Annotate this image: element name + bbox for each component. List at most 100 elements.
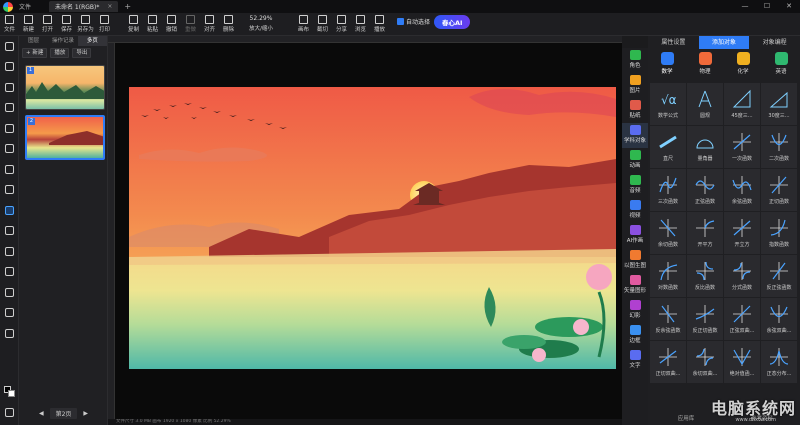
object-item[interactable]: 圆规 (687, 83, 723, 125)
close-window-button[interactable]: ✕ (778, 0, 800, 13)
stamp-tool[interactable] (0, 180, 19, 201)
object-item[interactable]: 反比函数 (687, 255, 723, 297)
object-item[interactable]: 一次函数 (724, 126, 760, 168)
object-item[interactable]: 反正切函数 (687, 298, 723, 340)
wand-tool[interactable] (0, 77, 19, 98)
subject-math[interactable]: 数学 (648, 52, 686, 79)
share-button[interactable]: 分享 (332, 13, 351, 36)
next-page-icon[interactable]: ▶ (83, 410, 88, 417)
copy-button[interactable]: 复制 (124, 13, 143, 36)
maximize-button[interactable]: ☐ (756, 0, 778, 13)
prev-page-icon[interactable]: ◀ (39, 410, 44, 417)
file-menu[interactable]: 文件 (19, 2, 31, 11)
object-item[interactable]: 30度三... (761, 83, 797, 125)
category-subject-object[interactable]: 学科对象 (622, 123, 648, 148)
ai-button[interactable]: 春心AI (434, 15, 471, 29)
category-image-to-image[interactable]: 以图生图 (622, 248, 648, 273)
category-sticker[interactable]: 贴纸 (622, 98, 648, 123)
file-button[interactable]: 文件 (0, 13, 19, 36)
redo-button[interactable]: 重做 (181, 13, 200, 36)
category-phantom[interactable]: 幻影 (622, 298, 648, 323)
paste-button[interactable]: 粘贴 (143, 13, 162, 36)
marquee-tool[interactable] (0, 57, 19, 78)
object-item[interactable]: 三次函数 (650, 169, 686, 211)
new-button[interactable]: 新建 (19, 13, 38, 36)
auto-select-toggle[interactable]: 自动选择 (397, 17, 430, 26)
subject-chemistry[interactable]: 化学 (724, 52, 762, 79)
tab-properties[interactable]: 属性设置 (648, 36, 699, 49)
crop-button[interactable]: 截切 (313, 13, 332, 36)
object-item[interactable]: 余弦函数 (724, 169, 760, 211)
play-button[interactable]: 播放 (370, 13, 389, 36)
undo-button[interactable]: 撤销 (162, 13, 181, 36)
lasso-tool[interactable] (0, 98, 19, 119)
object-item[interactable]: 正弦函数 (687, 169, 723, 211)
hand-tool[interactable] (0, 262, 19, 283)
category-animation[interactable]: 动画 (622, 148, 648, 173)
zoom-control[interactable]: 52.29% 放大/缩小 (238, 13, 284, 32)
export-button[interactable]: 导出 (72, 48, 92, 58)
category-video[interactable]: 视频 (622, 198, 648, 223)
object-item[interactable]: 正弦双曲... (724, 298, 760, 340)
eyedropper-tool[interactable] (0, 323, 19, 344)
canvas-button[interactable]: 画布 (294, 13, 313, 36)
category-character[interactable]: 角色 (622, 48, 648, 73)
align-button[interactable]: 对齐 (200, 13, 219, 36)
document-tab[interactable]: 未命名 1(RGB)* × (49, 1, 119, 12)
new-page-button[interactable]: + 新建 (22, 48, 48, 58)
category-border[interactable]: 边框 (622, 323, 648, 348)
tab-pages[interactable]: 多页 (77, 36, 107, 46)
subject-english[interactable]: 英语 (762, 52, 800, 79)
category-audio[interactable]: 音频 (622, 173, 648, 198)
object-item[interactable]: 分式函数 (724, 255, 760, 297)
pen-tool[interactable] (0, 221, 19, 242)
tab-object-programming[interactable]: 对象编程 (749, 36, 800, 49)
page-thumbnail-2[interactable]: 2 (25, 115, 105, 160)
object-item[interactable]: 正切函数 (761, 169, 797, 211)
layers-toggle[interactable] (0, 403, 19, 424)
object-item[interactable]: 反余弦函数 (650, 298, 686, 340)
object-item[interactable]: 二次函数 (761, 126, 797, 168)
category-text[interactable]: 文字 (622, 348, 648, 373)
object-item[interactable]: 反正弦函数 (761, 255, 797, 297)
delete-button[interactable]: 删除 (219, 13, 238, 36)
new-tab-icon[interactable]: + (124, 2, 131, 11)
tab-layers[interactable]: 图层 (19, 36, 48, 46)
fill-tool[interactable] (0, 118, 19, 139)
page-indicator[interactable]: 第2页 (49, 407, 78, 419)
save-button[interactable]: 保存 (57, 13, 76, 36)
object-item[interactable]: 余切函数 (650, 212, 686, 254)
tab-history[interactable]: 操作记录 (48, 36, 77, 46)
save-as-button[interactable]: 另存为 (76, 13, 95, 36)
link-tool[interactable] (0, 200, 19, 221)
brush-tool[interactable] (0, 159, 19, 180)
open-button[interactable]: 打开 (38, 13, 57, 36)
object-item[interactable]: 开平方 (687, 212, 723, 254)
object-item[interactable]: 余弦双曲... (761, 298, 797, 340)
background-color[interactable] (8, 390, 15, 397)
object-item[interactable]: 指数函数 (761, 212, 797, 254)
subject-physics[interactable]: 物理 (686, 52, 724, 79)
print-button[interactable]: 打印 (95, 13, 114, 36)
category-ai-painting[interactable]: AI作画 (622, 223, 648, 248)
browse-button[interactable]: 浏览 (351, 13, 370, 36)
move-tool[interactable] (0, 36, 19, 57)
object-item[interactable]: 正切双曲... (650, 341, 686, 383)
category-vector-shape[interactable]: 矢量图形 (622, 273, 648, 298)
object-item[interactable]: 余切双曲... (687, 341, 723, 383)
play-pages-button[interactable]: 播放 (50, 48, 70, 58)
crop-tool[interactable] (0, 282, 19, 303)
object-item[interactable]: 45度三... (724, 83, 760, 125)
object-item[interactable]: 量角器 (687, 126, 723, 168)
page-thumbnail-1[interactable]: 1 (25, 65, 105, 110)
object-item[interactable]: 绝对值函... (724, 341, 760, 383)
color-swatches[interactable] (4, 386, 15, 397)
object-item[interactable]: √α 数学公式 (650, 83, 686, 125)
zoom-tool[interactable] (0, 303, 19, 324)
object-item[interactable]: 对数函数 (650, 255, 686, 297)
close-tab-icon[interactable]: × (107, 3, 112, 10)
object-item[interactable]: 直尺 (650, 126, 686, 168)
tab-add-object[interactable]: 添加对象 (698, 36, 750, 49)
object-item[interactable]: 开立方 (724, 212, 760, 254)
object-item[interactable]: 正态分布... (761, 341, 797, 383)
